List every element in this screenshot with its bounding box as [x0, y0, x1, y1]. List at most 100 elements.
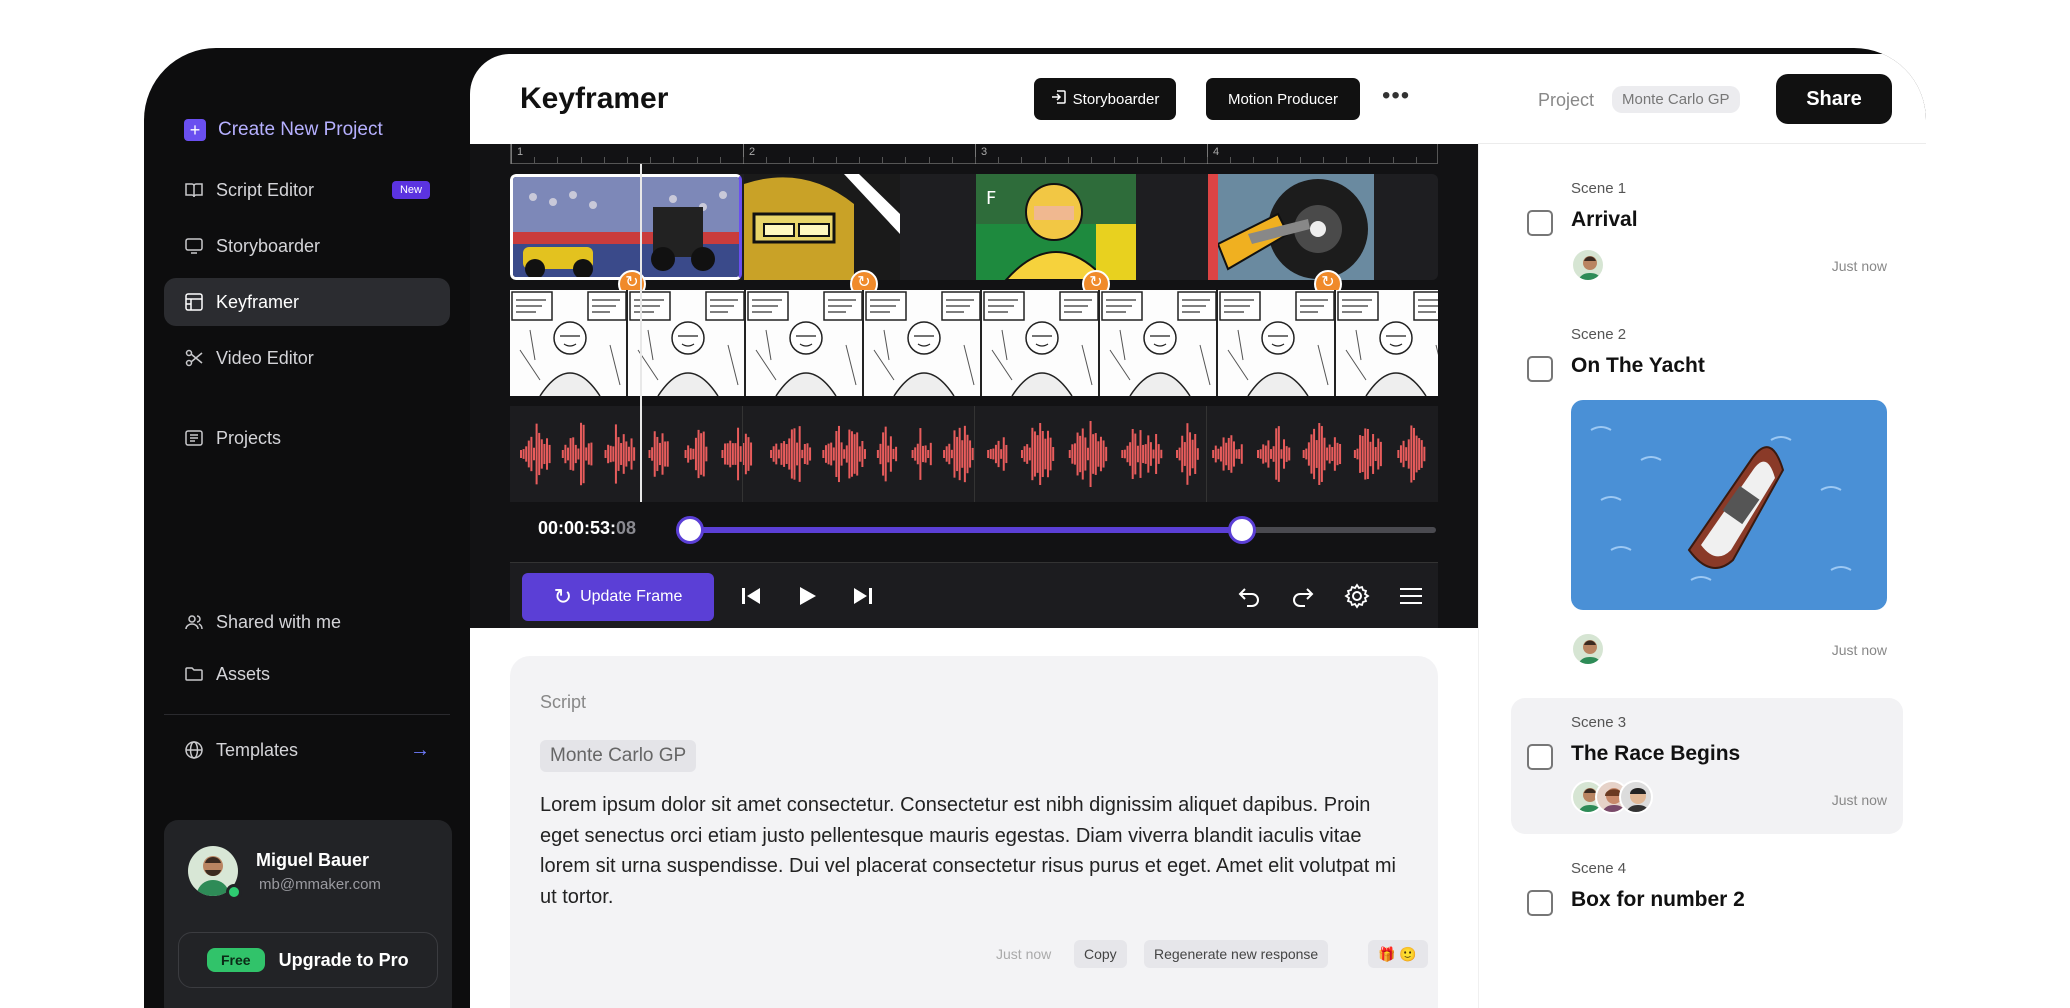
- reaction-icons[interactable]: 🎁 🙂: [1368, 940, 1428, 968]
- scene-number: Scene 1: [1571, 180, 1627, 197]
- sidebar-item-assets[interactable]: Assets: [164, 650, 450, 698]
- scene-checkbox[interactable]: [1527, 890, 1553, 916]
- share-button[interactable]: Share: [1776, 74, 1892, 124]
- waveform-bar: [950, 449, 953, 459]
- storyboard-sketch[interactable]: [628, 290, 746, 396]
- timecode-frames: 08: [616, 518, 637, 538]
- storyboarder-button[interactable]: Storyboarder: [1034, 78, 1176, 120]
- waveform-bar: [656, 436, 659, 472]
- waveform-bar: [567, 447, 570, 461]
- ruler-tick: [1253, 157, 1255, 163]
- sidebar-item-projects[interactable]: Projects: [164, 414, 450, 462]
- waveform-bar: [1369, 441, 1372, 467]
- scrubber-end-handle[interactable]: [1228, 516, 1257, 544]
- waveform-bar: [848, 429, 851, 479]
- waveform-bar: [540, 439, 543, 469]
- storyboard-sketch[interactable]: [510, 290, 628, 396]
- ruler-tick: [603, 157, 605, 163]
- scene-card[interactable]: Scene 4 Box for number 2: [1511, 844, 1903, 944]
- monitor-icon: [184, 236, 204, 256]
- project-header: Project Monte Carlo GP Share: [1478, 54, 1926, 144]
- storyboard-sketch[interactable]: [746, 290, 864, 396]
- waveform-bar: [658, 442, 661, 466]
- ruler-tick: [1183, 157, 1185, 163]
- keyframe-thumbnail[interactable]: [1218, 174, 1374, 280]
- waveform-bar: [1212, 450, 1215, 458]
- sidebar-item-label: Video Editor: [216, 347, 314, 368]
- sidebar-item-video-editor[interactable]: Video Editor: [164, 334, 450, 382]
- sidebar-item-templates[interactable]: Templates →: [164, 726, 450, 774]
- waveform-bar: [744, 433, 747, 475]
- waveform-bar: [731, 443, 734, 465]
- keyframe-thumbnail[interactable]: [744, 174, 900, 280]
- scene-card[interactable]: Scene 1 Arrival Just now: [1511, 164, 1903, 294]
- redo-icon[interactable]: [1288, 581, 1318, 611]
- waveform-bar: [737, 427, 740, 481]
- create-project-button[interactable]: + Create New Project: [164, 106, 450, 154]
- scene-title: Arrival: [1571, 208, 1638, 231]
- waveform-bar: [582, 424, 585, 484]
- ruler-tick: [1091, 157, 1092, 163]
- waveform-bar: [1264, 445, 1267, 463]
- sidebar-item-shared[interactable]: Shared with me: [164, 598, 450, 646]
- sidebar-item-script-editor[interactable]: Script Editor New: [164, 166, 450, 214]
- waveform-bar: [1005, 444, 1008, 464]
- user-card[interactable]: Miguel Bauer mb@mmaker.com Free Upgrade …: [164, 820, 452, 1008]
- sidebar-item-keyframer[interactable]: Keyframer: [164, 278, 450, 326]
- undo-icon[interactable]: [1234, 581, 1264, 611]
- waveform-bar: [1238, 449, 1241, 459]
- sidebar-item-label: Projects: [216, 427, 282, 448]
- keyframe-track: F: [510, 174, 1438, 280]
- upgrade-button[interactable]: Free Upgrade to Pro: [178, 932, 438, 988]
- scene-checkbox[interactable]: [1527, 210, 1553, 236]
- keyframe-thumbnail[interactable]: [510, 174, 742, 280]
- motion-producer-button[interactable]: Motion Producer: [1206, 78, 1360, 120]
- waveform-bar: [1031, 427, 1034, 481]
- waveform-bar: [1214, 445, 1217, 463]
- update-frame-button[interactable]: ↻ Update Frame: [522, 573, 714, 621]
- waveform-bar: [721, 450, 724, 458]
- waveform-bar: [702, 431, 705, 477]
- waveform-bar: [1002, 437, 1005, 471]
- play-icon[interactable]: [792, 581, 822, 611]
- waveform-bar: [943, 450, 946, 458]
- scene-card[interactable]: Scene 3 The Race Begins Just now: [1511, 698, 1903, 834]
- storyboard-sketch[interactable]: [864, 290, 982, 396]
- skip-back-icon[interactable]: [736, 581, 766, 611]
- waveform-bar: [1285, 446, 1288, 462]
- scene-card[interactable]: Scene 2 On The Yacht Just now: [1511, 310, 1903, 682]
- script-body[interactable]: Lorem ipsum dolor sit amet consectetur. …: [540, 790, 1410, 912]
- ruler-tick: [766, 157, 768, 163]
- menu-icon[interactable]: [1396, 581, 1426, 611]
- storyboard-sketch[interactable]: [982, 290, 1100, 396]
- waveform-bar: [574, 444, 577, 464]
- scene-checkbox[interactable]: [1527, 356, 1553, 382]
- ruler-tick: [1207, 157, 1208, 163]
- waveform-bar: [845, 445, 848, 463]
- waveform-bar: [1155, 434, 1158, 474]
- scene-thumbnail[interactable]: [1571, 400, 1887, 610]
- avatar: [1619, 780, 1653, 814]
- scene-checkbox[interactable]: [1527, 744, 1553, 770]
- settings-icon[interactable]: [1342, 581, 1372, 611]
- waveform-bar: [1026, 444, 1029, 464]
- sidebar-item-storyboarder[interactable]: Storyboarder: [164, 222, 450, 270]
- keyframe-thumbnail[interactable]: F: [976, 174, 1136, 280]
- more-options-icon[interactable]: •••: [1382, 82, 1410, 110]
- regenerate-button[interactable]: Regenerate new response: [1144, 940, 1329, 968]
- copy-button[interactable]: Copy: [1074, 940, 1127, 968]
- waveform-bar: [1420, 440, 1423, 468]
- waveform-bar: [1196, 448, 1199, 460]
- storyboard-sketch[interactable]: [1100, 290, 1218, 396]
- storyboard-sketch[interactable]: [1218, 290, 1336, 396]
- waveform-bar: [546, 438, 548, 470]
- waveform-bar: [653, 431, 656, 477]
- scrubber[interactable]: [676, 516, 1436, 544]
- waveform-bar: [564, 444, 567, 464]
- waveform-bar: [1320, 426, 1323, 482]
- ruler-mark: 3: [975, 144, 987, 164]
- playhead[interactable]: [640, 164, 642, 502]
- skip-forward-icon[interactable]: [848, 581, 878, 611]
- scrubber-start-handle[interactable]: [676, 516, 704, 544]
- storyboard-sketch[interactable]: [1336, 290, 1438, 396]
